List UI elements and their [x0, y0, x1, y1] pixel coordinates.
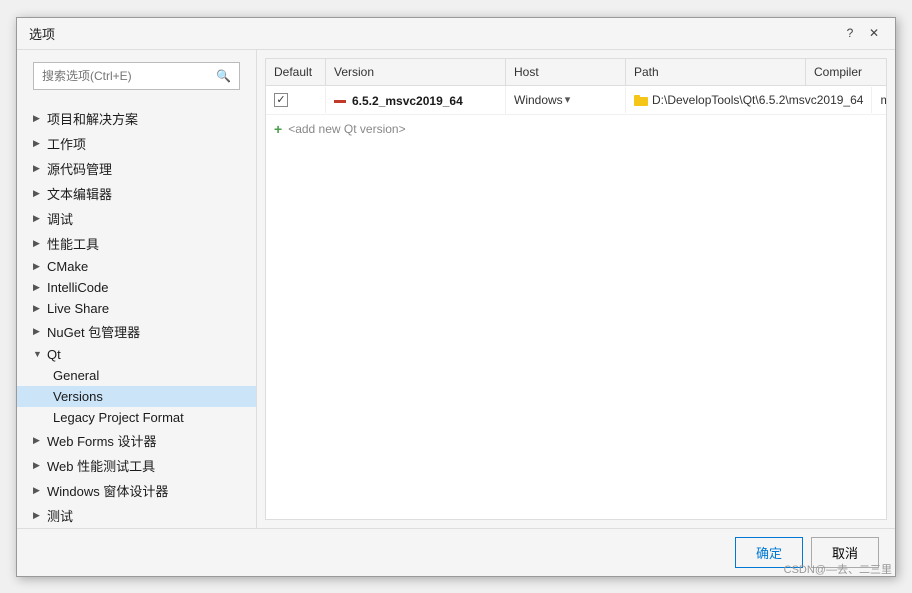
content-panel: Default Version Host Path Compiler ✓ 6.5… — [265, 58, 887, 520]
sidebar-item-versions[interactable]: Versions — [17, 386, 256, 407]
sidebar-item-label: Legacy Project Format — [53, 410, 184, 425]
table-body: ✓ 6.5.2_msvc2019_64 Windows ▾ — [266, 86, 886, 519]
add-version-row[interactable]: + <add new Qt version> — [266, 115, 886, 143]
sidebar-item-winforms[interactable]: ▶ Windows 窗体设计器 — [17, 478, 256, 503]
col-default: Default — [266, 59, 326, 85]
expand-arrow: ▶ — [33, 163, 43, 174]
title-bar-controls: ? ✕ — [841, 24, 883, 42]
dialog-footer: 确定 取消 — [17, 528, 895, 576]
sidebar-item-label: IntelliCode — [47, 280, 108, 295]
sidebar-item-label: NuGet 包管理器 — [47, 322, 140, 341]
search-box[interactable]: 🔍 — [33, 62, 240, 90]
sidebar-item-nuget[interactable]: ▶ NuGet 包管理器 — [17, 319, 256, 344]
cell-host: Windows ▾ — [506, 87, 626, 113]
expand-arrow: ▶ — [33, 510, 43, 521]
sidebar-item-intellicode[interactable]: ▶ IntelliCode — [17, 277, 256, 298]
sidebar-item-label: Web 性能测试工具 — [47, 456, 155, 475]
add-icon: + — [274, 121, 282, 137]
sidebar-item-liveshare[interactable]: ▶ Live Share — [17, 298, 256, 319]
host-select[interactable]: Windows ▾ — [514, 93, 617, 107]
default-checkbox[interactable]: ✓ — [274, 93, 288, 107]
table-row[interactable]: ✓ 6.5.2_msvc2019_64 Windows ▾ — [266, 86, 886, 116]
sidebar-item-label: 性能工具 — [47, 234, 99, 253]
close-button[interactable]: ✕ — [865, 24, 883, 42]
sidebar-item-debug[interactable]: ▶ 调试 — [17, 206, 256, 231]
cell-path: D:\DevelopTools\Qt\6.5.2\msvc2019_64 — [626, 87, 872, 113]
sidebar-item-label: 工作项 — [47, 134, 86, 153]
sidebar-item-texteditor[interactable]: ▶ 文本编辑器 — [17, 181, 256, 206]
sidebar-item-perf[interactable]: ▶ 性能工具 — [17, 231, 256, 256]
sidebar-item-source[interactable]: ▶ 源代码管理 — [17, 156, 256, 181]
version-text: 6.5.2_msvc2019_64 — [352, 94, 463, 108]
help-button[interactable]: ? — [841, 24, 859, 42]
expand-arrow: ▶ — [33, 460, 43, 471]
sidebar-item-label: Live Share — [47, 301, 109, 316]
sidebar-item-label: 测试 — [47, 506, 73, 525]
sidebar-item-webperf[interactable]: ▶ Web 性能测试工具 — [17, 453, 256, 478]
expand-arrow: ▶ — [33, 485, 43, 496]
sidebar-item-label: 调试 — [47, 209, 73, 228]
sidebar-item-label: Web Forms 设计器 — [47, 431, 157, 450]
expand-arrow: ▶ — [33, 238, 43, 249]
sidebar: 🔍 ▶ 项目和解决方案 ▶ 工作项 ▶ 源代码管理 ▶ 文本编辑器 — [17, 50, 257, 528]
watermark: CSDN@—去、二三里 — [784, 561, 892, 577]
sidebar-item-webforms[interactable]: ▶ Web Forms 设计器 — [17, 428, 256, 453]
cell-compiler: msvc — [872, 87, 886, 113]
col-path: Path — [626, 59, 806, 85]
expand-arrow: ▶ — [33, 213, 43, 224]
sidebar-item-test[interactable]: ▶ 测试 — [17, 503, 256, 528]
search-icon: 🔍 — [216, 69, 231, 83]
path-cell: D:\DevelopTools\Qt\6.5.2\msvc2019_64 — [634, 93, 863, 107]
sidebar-item-label: 项目和解决方案 — [47, 109, 138, 128]
cell-version: 6.5.2_msvc2019_64 — [326, 86, 506, 115]
col-compiler: Compiler — [806, 59, 886, 85]
sidebar-item-label: Qt — [47, 347, 61, 362]
col-version: Version — [326, 59, 506, 85]
folder-icon — [634, 93, 648, 107]
sidebar-item-label: 文本编辑器 — [47, 184, 112, 203]
expand-arrow: ▶ — [33, 138, 43, 149]
expand-arrow: ▼ — [33, 349, 43, 359]
table-header: Default Version Host Path Compiler — [266, 59, 886, 86]
dialog-title: 选项 — [29, 24, 55, 43]
search-input[interactable] — [42, 69, 216, 83]
cell-default[interactable]: ✓ — [266, 87, 326, 113]
col-host: Host — [506, 59, 626, 85]
sidebar-item-qt[interactable]: ▼ Qt — [17, 344, 256, 365]
sidebar-item-label: Windows 窗体设计器 — [47, 481, 168, 500]
version-badge: 6.5.2_msvc2019_64 — [334, 94, 463, 108]
title-bar: 选项 ? ✕ — [17, 18, 895, 50]
path-text: D:\DevelopTools\Qt\6.5.2\msvc2019_64 — [652, 93, 863, 107]
host-value: Windows — [514, 93, 563, 107]
add-version-label: <add new Qt version> — [288, 122, 405, 136]
dialog-body: 🔍 ▶ 项目和解决方案 ▶ 工作项 ▶ 源代码管理 ▶ 文本编辑器 — [17, 50, 895, 528]
sidebar-item-general[interactable]: General — [17, 365, 256, 386]
sidebar-item-projects[interactable]: ▶ 项目和解决方案 — [17, 106, 256, 131]
sidebar-item-cmake[interactable]: ▶ CMake — [17, 256, 256, 277]
sidebar-item-label: CMake — [47, 259, 88, 274]
expand-arrow: ▶ — [33, 303, 43, 314]
nav-tree: ▶ 项目和解决方案 ▶ 工作项 ▶ 源代码管理 ▶ 文本编辑器 ▶ 调试 — [17, 102, 256, 528]
red-dash-icon — [334, 100, 346, 103]
expand-arrow: ▶ — [33, 113, 43, 124]
sidebar-item-legacy[interactable]: Legacy Project Format — [17, 407, 256, 428]
sidebar-item-label: General — [53, 368, 99, 383]
options-dialog: 选项 ? ✕ 🔍 ▶ 项目和解决方案 ▶ 工作项 — [16, 17, 896, 577]
expand-arrow: ▶ — [33, 261, 43, 272]
expand-arrow: ▶ — [33, 188, 43, 199]
expand-arrow: ▶ — [33, 326, 43, 337]
sidebar-item-workitems[interactable]: ▶ 工作项 — [17, 131, 256, 156]
chevron-down-icon[interactable]: ▾ — [565, 93, 571, 106]
sidebar-item-label: Versions — [53, 389, 103, 404]
sidebar-item-label: 源代码管理 — [47, 159, 112, 178]
expand-arrow: ▶ — [33, 282, 43, 293]
expand-arrow: ▶ — [33, 435, 43, 446]
